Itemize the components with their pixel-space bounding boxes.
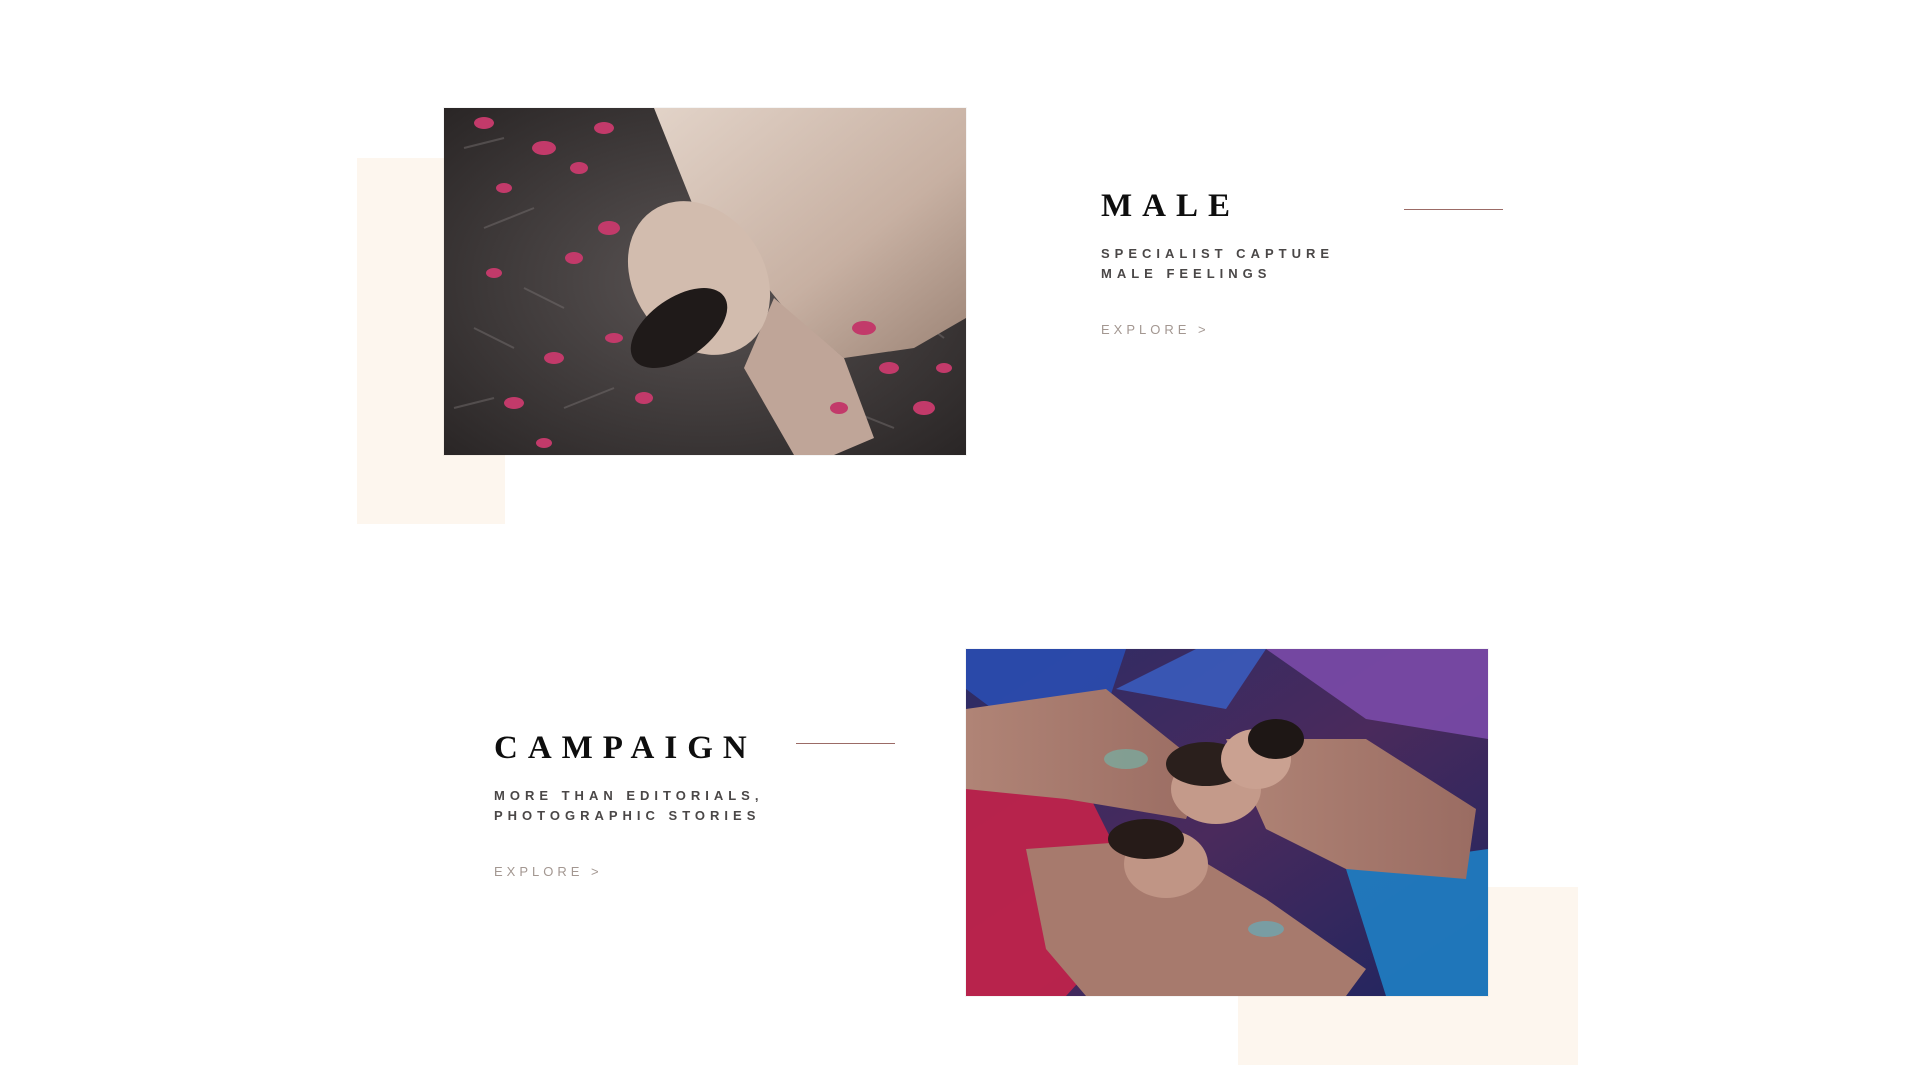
section-title: MALE (1101, 188, 1240, 224)
section-title: CAMPAIGN (494, 730, 757, 766)
male-section: MALE SPECIALIST CAPTURE MALE FEELINGS EX… (1101, 186, 1501, 339)
subtitle-line-1: MORE THAN EDITORIALS, (494, 788, 764, 803)
portfolio-page: MALE SPECIALIST CAPTURE MALE FEELINGS EX… (0, 0, 1920, 1080)
section-subtitle: MORE THAN EDITORIALS, PHOTOGRAPHIC STORI… (494, 786, 914, 826)
subtitle-line-2: PHOTOGRAPHIC STORIES (494, 808, 761, 823)
male-photo-illustration (444, 108, 966, 455)
explore-link[interactable]: EXPLORE > (1101, 322, 1210, 337)
campaign-photo-illustration (966, 649, 1488, 996)
campaign-photo[interactable] (966, 649, 1488, 996)
campaign-section: CAMPAIGN MORE THAN EDITORIALS, PHOTOGRAP… (494, 728, 914, 881)
male-photo[interactable] (444, 108, 966, 455)
subtitle-line-2: MALE FEELINGS (1101, 266, 1272, 281)
section-subtitle: SPECIALIST CAPTURE MALE FEELINGS (1101, 244, 1501, 284)
explore-link[interactable]: EXPLORE > (494, 864, 603, 879)
subtitle-line-1: SPECIALIST CAPTURE (1101, 246, 1335, 261)
